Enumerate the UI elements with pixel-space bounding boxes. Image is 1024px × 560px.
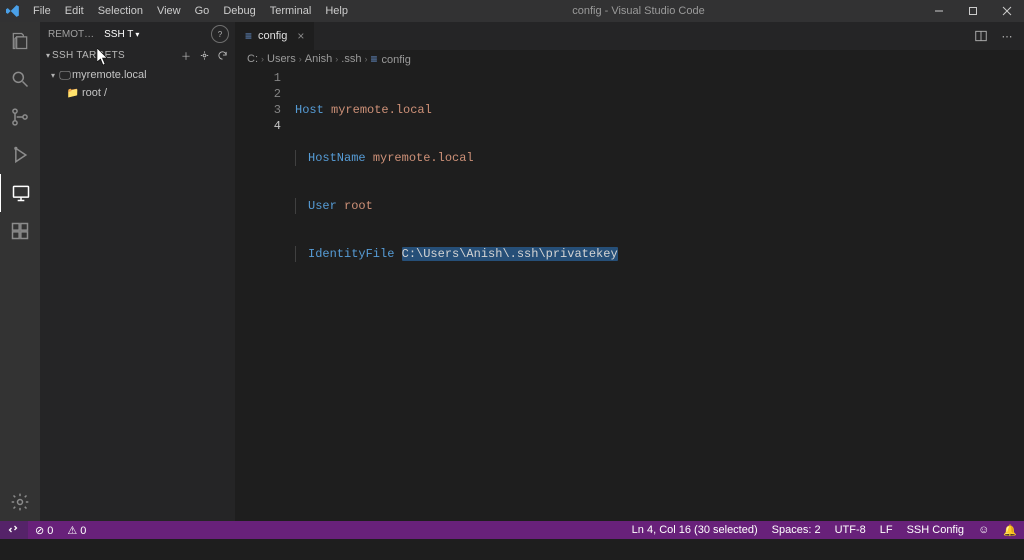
menu-view[interactable]: View xyxy=(150,3,188,19)
refresh-icon[interactable] xyxy=(215,48,229,62)
vscode-logo-icon xyxy=(6,4,20,18)
selection: C:\Users\Anish\.ssh\privatekey xyxy=(402,247,618,261)
menu-selection[interactable]: Selection xyxy=(91,3,150,19)
activity-debug[interactable] xyxy=(0,136,40,174)
tree-host-label: myremote.local xyxy=(72,69,147,81)
menu-file[interactable]: File xyxy=(26,3,58,19)
line-gutter: 1 2 3 4 xyxy=(235,68,295,521)
folder-icon: 📁 xyxy=(66,88,80,99)
titlebar: File Edit Selection View Go Debug Termin… xyxy=(0,0,1024,22)
status-feedback-icon[interactable]: ☺ xyxy=(971,521,996,539)
status-bell-icon[interactable]: 🔔 xyxy=(996,521,1024,539)
sidebar-header: REMOT… SSH T ▾ ? xyxy=(40,22,235,46)
add-icon[interactable]: ＋ xyxy=(179,48,193,62)
activity-extensions[interactable] xyxy=(0,212,40,250)
status-eol[interactable]: LF xyxy=(873,521,900,539)
file-config-icon: ≡ xyxy=(245,29,252,43)
menu-terminal[interactable]: Terminal xyxy=(263,3,319,19)
crumb[interactable]: C: xyxy=(247,53,258,65)
menu-bar: File Edit Selection View Go Debug Termin… xyxy=(0,3,355,19)
sidebar-section-header[interactable]: ▾ SSH TARGETS ＋ xyxy=(40,46,235,64)
editor-actions: ⋯ xyxy=(974,22,1024,50)
tree-user-label: root / xyxy=(82,87,107,99)
main: REMOT… SSH T ▾ ? ▾ SSH TARGETS ＋ ▾ 🖵 myr… xyxy=(0,22,1024,521)
menu-go[interactable]: Go xyxy=(188,3,217,19)
sidebar-tab-remote[interactable]: REMOT… xyxy=(40,29,102,40)
chevron-right-icon: › xyxy=(364,54,367,64)
help-icon[interactable]: ? xyxy=(211,25,229,43)
statusbar: ⊘ 0 ⚠ 0 Ln 4, Col 16 (30 selected) Space… xyxy=(0,521,1024,539)
status-language[interactable]: SSH Config xyxy=(900,521,971,539)
maximize-button[interactable] xyxy=(956,0,990,22)
activity-bar xyxy=(0,22,40,521)
status-indent[interactable]: Spaces: 2 xyxy=(765,521,828,539)
close-icon[interactable]: × xyxy=(297,29,304,43)
configure-icon[interactable] xyxy=(197,48,211,62)
chevron-down-icon: ▾ xyxy=(135,30,139,39)
activity-settings[interactable] xyxy=(0,483,40,521)
menu-edit[interactable]: Edit xyxy=(58,3,91,19)
menu-help[interactable]: Help xyxy=(318,3,355,19)
crumb[interactable]: Users xyxy=(267,53,296,65)
sidebar: REMOT… SSH T ▾ ? ▾ SSH TARGETS ＋ ▾ 🖵 myr… xyxy=(40,22,235,521)
code-editor[interactable]: 1 2 3 4 Host myremote.local HostName myr… xyxy=(235,68,1024,521)
sidebar-dropdown[interactable]: SSH T ▾ xyxy=(102,29,145,40)
activity-remote-explorer[interactable] xyxy=(0,174,41,212)
status-cursor-pos[interactable]: Ln 4, Col 16 (30 selected) xyxy=(625,521,765,539)
activity-scm[interactable] xyxy=(0,98,40,136)
ssh-targets-tree: ▾ 🖵 myremote.local 📁 root / xyxy=(40,64,235,102)
minimize-button[interactable] xyxy=(922,0,956,22)
window-title: config - Visual Studio Code xyxy=(355,5,922,17)
editor-tab-config[interactable]: ≡ config × xyxy=(235,22,315,50)
editor-tabbar: ≡ config × ⋯ xyxy=(235,22,1024,50)
status-warnings[interactable]: ⚠ 0 xyxy=(60,521,93,539)
more-icon[interactable]: ⋯ xyxy=(996,30,1018,43)
window-controls xyxy=(922,0,1024,22)
activity-search[interactable] xyxy=(0,60,40,98)
status-remote[interactable] xyxy=(0,521,28,539)
editor-tab-label: config xyxy=(258,30,287,42)
activity-explorer[interactable] xyxy=(0,22,40,60)
chevron-right-icon: › xyxy=(299,54,302,64)
remote-icon xyxy=(8,524,20,536)
chevron-down-icon: ▾ xyxy=(48,71,58,80)
editor-group: ≡ config × ⋯ C:› Users› Anish› .ssh› ≡co… xyxy=(235,22,1024,521)
chevron-right-icon: › xyxy=(261,54,264,64)
crumb-file[interactable]: ≡config xyxy=(370,52,410,66)
crumb[interactable]: Anish xyxy=(305,53,333,65)
tree-user-row[interactable]: 📁 root / xyxy=(40,84,235,102)
status-encoding[interactable]: UTF-8 xyxy=(828,521,873,539)
code-lines[interactable]: Host myremote.local HostName myremote.lo… xyxy=(295,68,984,521)
crumb[interactable]: .ssh xyxy=(341,53,361,65)
file-config-icon: ≡ xyxy=(370,52,377,66)
status-errors[interactable]: ⊘ 0 xyxy=(28,521,60,539)
section-label: SSH TARGETS xyxy=(52,50,125,61)
monitor-icon: 🖵 xyxy=(58,68,72,83)
chevron-down-icon: ▾ xyxy=(46,51,50,60)
tree-host-row[interactable]: ▾ 🖵 myremote.local xyxy=(40,66,235,84)
menu-debug[interactable]: Debug xyxy=(216,3,262,19)
minimap[interactable] xyxy=(984,68,1024,521)
chevron-right-icon: › xyxy=(335,54,338,64)
breadcrumb: C:› Users› Anish› .ssh› ≡config xyxy=(235,50,1024,68)
close-button[interactable] xyxy=(990,0,1024,22)
split-editor-icon[interactable] xyxy=(974,29,996,43)
